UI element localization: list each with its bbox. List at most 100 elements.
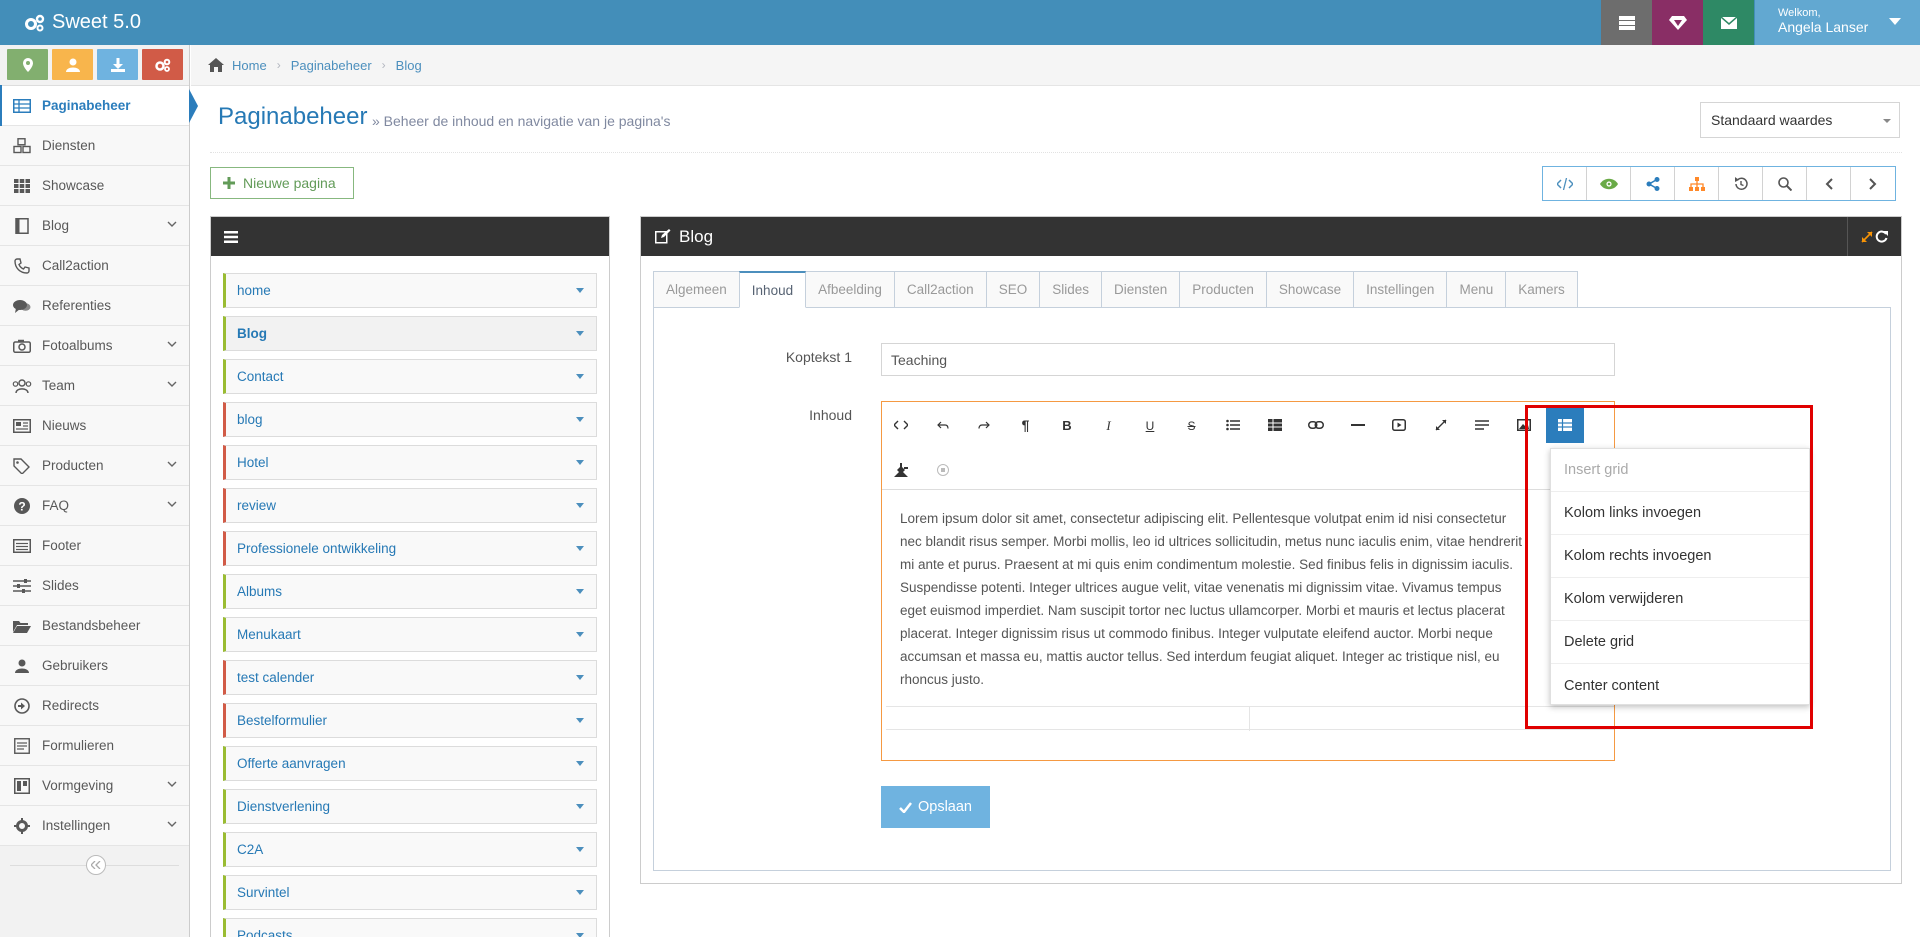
history-button[interactable] xyxy=(1719,167,1763,200)
image-button[interactable] xyxy=(1505,407,1543,443)
save-button[interactable]: Opslaan xyxy=(881,786,990,828)
new-page-button[interactable]: Nieuwe pagina xyxy=(210,167,354,199)
tab-seo[interactable]: SEO xyxy=(985,271,1041,308)
expand-icon[interactable] xyxy=(1861,230,1873,243)
align-button[interactable] xyxy=(1463,407,1501,443)
eye-button[interactable] xyxy=(1587,167,1631,200)
caret-down-icon[interactable] xyxy=(576,417,584,422)
caret-down-icon[interactable] xyxy=(576,331,584,336)
delete-column-item[interactable]: Kolom verwijderen xyxy=(1551,578,1809,621)
tasks-button[interactable] xyxy=(1601,0,1652,45)
center-content-item[interactable]: Center content xyxy=(1551,664,1809,707)
tree-item[interactable]: Survintel xyxy=(223,875,597,910)
caret-down-icon[interactable] xyxy=(576,374,584,379)
caret-down-icon[interactable] xyxy=(576,503,584,508)
chevron-right-button[interactable] xyxy=(1851,167,1895,200)
shortcut-button-0[interactable] xyxy=(7,49,48,80)
koptekst-input[interactable]: Teaching xyxy=(881,343,1615,376)
editor-content[interactable]: Lorem ipsum dolor sit amet, consectetur … xyxy=(900,507,1600,691)
horizontal-rule-button[interactable] xyxy=(1339,407,1377,443)
caret-down-icon[interactable] xyxy=(576,288,584,293)
redo-button[interactable] xyxy=(965,407,1003,443)
sidebar-item-producten[interactable]: Producten xyxy=(0,446,189,486)
fullscreen-button[interactable] xyxy=(1422,407,1460,443)
refresh-icon[interactable] xyxy=(1875,230,1888,243)
link-button[interactable] xyxy=(1297,407,1335,443)
code-view-button[interactable] xyxy=(882,407,920,443)
tab-slides[interactable]: Slides xyxy=(1039,271,1102,308)
tree-item[interactable]: Bestelformulier xyxy=(223,703,597,738)
tree-item[interactable]: Offerte aanvragen xyxy=(223,746,597,781)
sidebar-item-diensten[interactable]: Diensten xyxy=(0,126,189,166)
sidebar-item-redirects[interactable]: Redirects xyxy=(0,686,189,726)
table-button[interactable] xyxy=(1256,407,1294,443)
user-menu[interactable]: Welkom, Angela Lanser xyxy=(1755,0,1920,45)
insert-column-left-item[interactable]: Kolom links invoegen xyxy=(1551,492,1809,535)
tree-item[interactable]: Menukaart xyxy=(223,617,597,652)
shortcut-button-3[interactable] xyxy=(142,49,183,80)
tab-inhoud[interactable]: Inhoud xyxy=(738,271,807,308)
messages-button[interactable] xyxy=(1703,0,1754,45)
notifications-button[interactable] xyxy=(1652,0,1703,45)
tree-item[interactable]: Podcasts xyxy=(223,918,597,937)
sidebar-item-fotoalbums[interactable]: Fotoalbums xyxy=(0,326,189,366)
underline-button[interactable]: U xyxy=(1131,407,1169,443)
tree-item[interactable]: Professionele ontwikkeling xyxy=(223,531,597,566)
tab-afbeelding[interactable]: Afbeelding xyxy=(805,271,895,308)
caret-down-icon[interactable] xyxy=(576,890,584,895)
sidebar-item-footer[interactable]: Footer xyxy=(0,526,189,566)
breadcrumb-home[interactable]: Home xyxy=(232,58,267,73)
tree-item[interactable]: test calender xyxy=(223,660,597,695)
tab-menu[interactable]: Menu xyxy=(1446,271,1507,308)
shortcut-button-2[interactable] xyxy=(97,49,138,80)
editor-grid-row[interactable] xyxy=(886,706,1614,731)
caret-down-icon[interactable] xyxy=(576,675,584,680)
video-button[interactable] xyxy=(1380,407,1418,443)
plugin-button[interactable] xyxy=(882,452,920,488)
sitemap-button[interactable] xyxy=(1675,167,1719,200)
sidebar-item-paginabeheer[interactable]: Paginabeheer xyxy=(0,85,198,126)
tab-algemeen[interactable]: Algemeen xyxy=(653,271,740,308)
paragraph-button[interactable]: ¶ xyxy=(1007,407,1045,443)
breadcrumb-paginabeheer[interactable]: Paginabeheer xyxy=(291,58,372,73)
share-button[interactable] xyxy=(1631,167,1675,200)
tree-item[interactable]: review xyxy=(223,488,597,523)
defaults-select[interactable]: Standaard waardes xyxy=(1700,102,1900,138)
tree-item[interactable]: Dienstverlening xyxy=(223,789,597,824)
code-button[interactable] xyxy=(1543,167,1587,200)
tab-diensten[interactable]: Diensten xyxy=(1101,271,1181,308)
tab-instellingen[interactable]: Instellingen xyxy=(1353,271,1448,308)
sidebar-item-call2action[interactable]: Call2action xyxy=(0,246,189,286)
tree-item[interactable]: Contact xyxy=(223,359,597,394)
bold-button[interactable]: B xyxy=(1048,407,1086,443)
caret-down-icon[interactable] xyxy=(576,933,584,937)
caret-down-icon[interactable] xyxy=(576,847,584,852)
caret-down-icon[interactable] xyxy=(576,460,584,465)
tree-item[interactable]: Albums xyxy=(223,574,597,609)
tab-producten[interactable]: Producten xyxy=(1179,271,1267,308)
sidebar-item-bestandsbeheer[interactable]: Bestandsbeheer xyxy=(0,606,189,646)
bars-icon[interactable] xyxy=(224,230,238,243)
stop-button[interactable] xyxy=(924,452,962,488)
sidebar-item-gebruikers[interactable]: Gebruikers xyxy=(0,646,189,686)
tree-item[interactable]: blog xyxy=(223,402,597,437)
brand[interactable]: Sweet 5.0 xyxy=(24,0,141,45)
tab-showcase[interactable]: Showcase xyxy=(1265,271,1355,308)
sidebar-item-instellingen[interactable]: Instellingen xyxy=(0,806,189,846)
unordered-list-button[interactable] xyxy=(1214,407,1252,443)
sidebar-item-showcase[interactable]: Showcase xyxy=(0,166,189,206)
tree-item[interactable]: Hotel xyxy=(223,445,597,480)
tab-call2action[interactable]: Call2action xyxy=(893,271,987,308)
caret-down-icon[interactable] xyxy=(576,718,584,723)
sidebar-item-referenties[interactable]: Referenties xyxy=(0,286,189,326)
caret-down-icon[interactable] xyxy=(576,761,584,766)
tree-item[interactable]: Blog xyxy=(223,316,597,351)
tree-item[interactable]: C2A xyxy=(223,832,597,867)
grid-button[interactable] xyxy=(1546,407,1584,443)
sidebar-item-blog[interactable]: Blog xyxy=(0,206,189,246)
collapse-sidebar-button[interactable] xyxy=(86,855,106,875)
caret-down-icon[interactable] xyxy=(576,804,584,809)
sidebar-item-nieuws[interactable]: Nieuws xyxy=(0,406,189,446)
caret-down-icon[interactable] xyxy=(576,589,584,594)
shortcut-button-1[interactable] xyxy=(52,49,93,80)
